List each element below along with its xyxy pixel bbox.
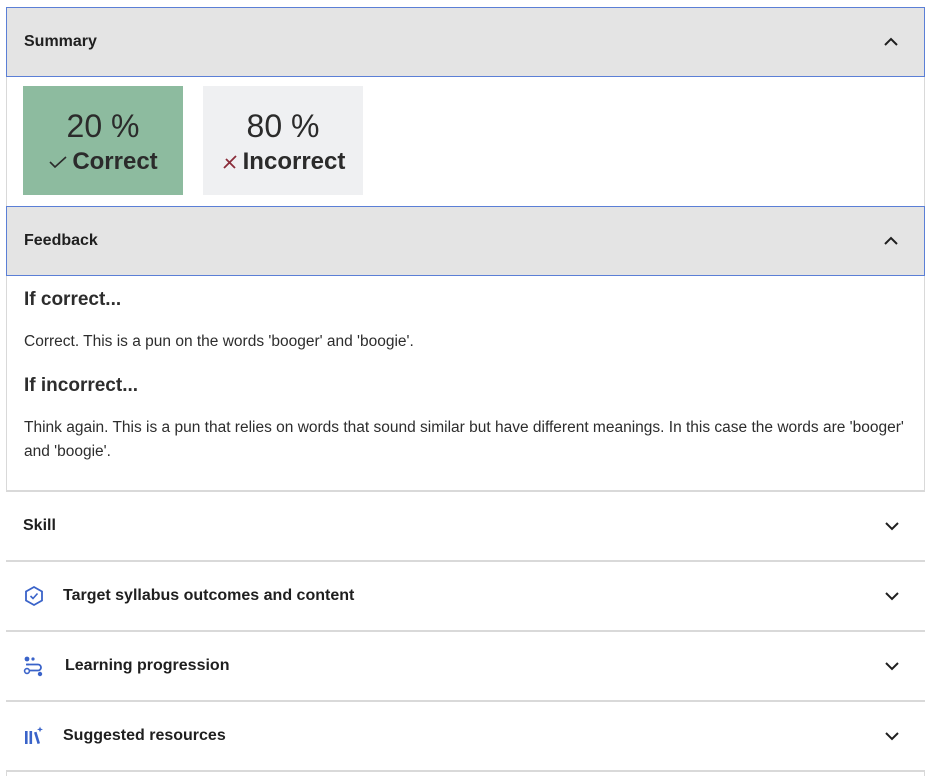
syllabus-accordion-header[interactable]: Target syllabus outcomes and content	[6, 562, 925, 632]
if-incorrect-text: Think again. This is a pun that relies o…	[24, 419, 904, 460]
books-sparkle-icon	[25, 726, 43, 744]
progression-title: Learning progression	[65, 657, 230, 674]
skill-accordion-header[interactable]: Skill	[6, 492, 925, 562]
incorrect-label: Incorrect	[242, 147, 346, 175]
if-correct-heading: If correct...	[24, 289, 122, 310]
chevron-up-icon[interactable]	[882, 33, 900, 51]
check-icon	[49, 155, 67, 168]
feedback-title: Feedback	[24, 232, 98, 249]
chevron-down-icon[interactable]	[883, 657, 901, 675]
correct-percent: 20 %	[66, 107, 140, 144]
chevron-down-icon[interactable]	[883, 517, 901, 535]
skill-title: Skill	[23, 517, 56, 534]
correct-label: Correct	[72, 147, 158, 175]
resources-accordion-header[interactable]: Suggested resources	[6, 702, 925, 772]
chevron-down-icon[interactable]	[883, 727, 901, 745]
cross-icon	[223, 154, 237, 169]
resources-title: Suggested resources	[63, 727, 226, 744]
incorrect-stat-card: 80 % Incorrect	[203, 86, 363, 195]
if-correct-text: Correct. This is a pun on the words 'boo…	[24, 333, 414, 350]
chevron-down-icon[interactable]	[883, 587, 901, 605]
feedback-accordion-header[interactable]: Feedback	[6, 206, 925, 276]
syllabus-title: Target syllabus outcomes and content	[63, 587, 355, 604]
summary-title: Summary	[24, 33, 97, 50]
hexagon-check-icon	[25, 585, 43, 607]
if-incorrect-heading: If incorrect...	[24, 375, 139, 396]
summary-accordion-header[interactable]: Summary	[6, 7, 925, 77]
correct-stat-card: 20 % Correct	[23, 86, 183, 195]
progression-icon	[23, 656, 43, 677]
progression-accordion-header[interactable]: Learning progression	[6, 632, 925, 702]
chevron-up-icon[interactable]	[882, 232, 900, 250]
incorrect-percent: 80 %	[246, 107, 320, 144]
